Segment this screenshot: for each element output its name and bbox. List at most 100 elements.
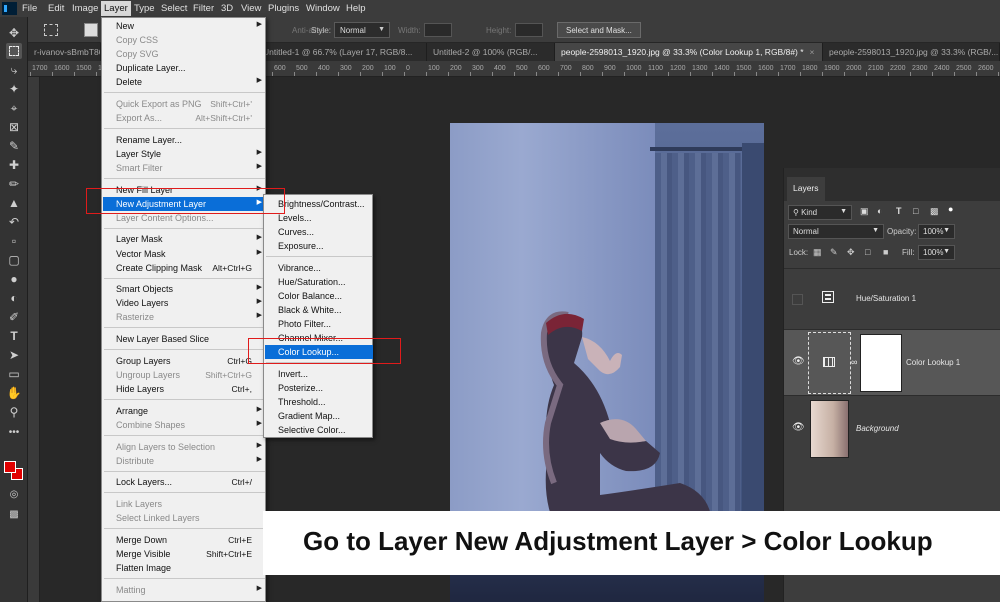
menu-item-threshold[interactable]: Threshold... xyxy=(265,395,373,409)
menu-item-group-layers[interactable]: Group Layers Ctrl+G xyxy=(103,354,266,368)
layer-row[interactable]: Hue/Saturation 1 xyxy=(784,268,1000,329)
menu-item-hue-saturation[interactable]: Hue/Saturation... xyxy=(265,275,373,289)
brush-tool-icon[interactable]: ✏ xyxy=(6,176,22,192)
menu-item-video-layers[interactable]: Video Layers ▶ xyxy=(103,296,266,310)
menu-item-gradient-map[interactable]: Gradient Map... xyxy=(265,409,373,423)
filter-adjustment-icon[interactable]: ◐ xyxy=(877,206,882,216)
pen-tool-icon[interactable]: ✐ xyxy=(6,309,22,325)
menu-item-rasterize[interactable]: Rasterize ▶ xyxy=(103,310,266,324)
menu-item-color-balance[interactable]: Color Balance... xyxy=(265,289,373,303)
move-tool-icon[interactable]: ✥ xyxy=(6,25,22,41)
menu-item-new-layer-based-slice[interactable]: New Layer Based Slice xyxy=(103,332,266,346)
menu-item-merge-down[interactable]: Merge Down Ctrl+E xyxy=(103,533,266,547)
eyedropper-tool-icon[interactable]: ✎ xyxy=(6,138,22,154)
new-selection-icon[interactable] xyxy=(84,23,98,37)
menu-item-link-layers[interactable]: Link Layers xyxy=(103,497,266,511)
menu-item-hide-layers[interactable]: Hide Layers Ctrl+, xyxy=(103,382,266,396)
filter-type-icon[interactable]: T xyxy=(896,206,902,216)
blend-mode-select[interactable]: Normal ▼ xyxy=(788,224,884,239)
hand-tool-icon[interactable]: ✋ xyxy=(6,385,22,401)
menu-layer[interactable]: Layer xyxy=(101,1,131,16)
menu-filter[interactable]: Filter xyxy=(193,3,214,14)
gradient-tool-icon[interactable]: ▢ xyxy=(6,252,22,268)
menu-item-ungroup-layers[interactable]: Ungroup Layers Shift+Ctrl+G xyxy=(103,368,266,382)
menu-item-matting[interactable]: Matting ▶ xyxy=(103,583,266,597)
menu-item-select-linked-layers[interactable]: Select Linked Layers xyxy=(103,511,266,525)
menu-item-photo-filter[interactable]: Photo Filter... xyxy=(265,317,373,331)
frame-tool-icon[interactable]: ⊠ xyxy=(6,119,22,135)
menu-item-create-clipping-mask[interactable]: Create Clipping Mask Alt+Ctrl+G xyxy=(103,261,266,275)
filter-smart-object-icon[interactable]: ▩ xyxy=(930,206,939,217)
menu-item-export-as[interactable]: Export As... Alt+Shift+Ctrl+' xyxy=(103,111,266,125)
healing-brush-tool-icon[interactable]: ✚ xyxy=(6,157,22,173)
more-tools-icon[interactable]: ••• xyxy=(6,425,22,441)
lock-pixels-icon[interactable]: ✎ xyxy=(830,247,838,258)
menu-item-smart-objects[interactable]: Smart Objects ▶ xyxy=(103,282,266,296)
menu-select[interactable]: Select xyxy=(161,3,187,14)
menu-view[interactable]: View xyxy=(241,3,261,14)
menu-plugins[interactable]: Plugins xyxy=(268,3,299,14)
lock-position-icon[interactable]: ✥ xyxy=(847,247,855,258)
menu-item-copy-css[interactable]: Copy CSS xyxy=(103,33,266,47)
menu-item-rename-layer[interactable]: Rename Layer... xyxy=(103,133,266,147)
menu-item-layer-style[interactable]: Layer Style ▶ xyxy=(103,147,266,161)
tab-doc-1[interactable]: r-ivanov-sBmbT86... xyxy=(28,43,101,61)
filter-shape-icon[interactable]: □ xyxy=(913,206,918,216)
menu-item-delete[interactable]: Delete ▶ xyxy=(103,75,266,89)
menu-item-layer-mask[interactable]: Layer Mask ▶ xyxy=(103,232,266,246)
close-icon[interactable]: × xyxy=(810,47,815,57)
blur-tool-icon[interactable]: ● xyxy=(6,271,22,287)
lock-artboard-icon[interactable]: □ xyxy=(865,247,870,257)
fill-field[interactable]: 100% ▼ xyxy=(918,245,955,260)
select-and-mask-button[interactable]: Select and Mask... xyxy=(557,22,641,38)
tab-doc-active[interactable]: people-2598013_1920.jpg @ 33.3% (Color L… xyxy=(555,43,823,61)
filter-toggle-icon[interactable]: ● xyxy=(948,204,953,214)
menu-window[interactable]: Window xyxy=(306,3,340,14)
rectangle-tool-icon[interactable]: ▭ xyxy=(6,366,22,382)
history-brush-tool-icon[interactable]: ↶ xyxy=(6,214,22,230)
style-select[interactable]: Normal ▼ xyxy=(334,22,390,38)
tab-layers[interactable]: Layers xyxy=(787,177,825,201)
foreground-color-swatch[interactable] xyxy=(4,461,16,473)
opacity-field[interactable]: 100% ▼ xyxy=(918,224,955,239)
menu-item-arrange[interactable]: Arrange ▶ xyxy=(103,404,266,418)
tab-doc-3[interactable]: Untitled-2 @ 100% (RGB/... xyxy=(427,43,555,61)
marquee-preset-icon[interactable] xyxy=(44,24,58,36)
lock-transparent-icon[interactable]: ▦ xyxy=(813,247,822,258)
menu-item-smart-filter[interactable]: Smart Filter ▶ xyxy=(103,161,266,175)
menu-item-exposure[interactable]: Exposure... xyxy=(265,239,373,253)
filter-kind-select[interactable]: ⚲ Kind ▼ xyxy=(788,205,852,220)
menu-help[interactable]: Help xyxy=(346,3,366,14)
screen-mode-icon[interactable]: ▩ xyxy=(6,507,22,523)
menu-item-curves[interactable]: Curves... xyxy=(265,225,373,239)
eraser-tool-icon[interactable]: ▫ xyxy=(6,233,22,249)
menu-item-align-layers-to-selection[interactable]: Align Layers to Selection ▶ xyxy=(103,440,266,454)
width-field[interactable] xyxy=(424,23,452,37)
type-tool-icon[interactable]: T xyxy=(6,328,22,344)
height-field[interactable] xyxy=(515,23,543,37)
menu-item-lock-layers[interactable]: Lock Layers... Ctrl+/ xyxy=(103,475,266,489)
menu-item-quick-export-as-png[interactable]: Quick Export as PNG Shift+Ctrl+' xyxy=(103,97,266,111)
dodge-tool-icon[interactable]: ◐ xyxy=(6,290,22,306)
lasso-tool-icon[interactable]: ⤷ xyxy=(6,62,22,78)
layer-row[interactable]: 👁 Background xyxy=(784,395,1000,461)
crop-tool-icon[interactable]: ⌖ xyxy=(6,100,22,116)
eye-icon[interactable]: 👁 xyxy=(792,422,805,433)
menu-edit[interactable]: Edit xyxy=(48,3,64,14)
menu-3d[interactable]: 3D xyxy=(221,3,233,14)
layer-mask-thumbnail[interactable] xyxy=(860,334,902,392)
marquee-tool-icon[interactable] xyxy=(6,43,22,59)
menu-item-black-white[interactable]: Black & White... xyxy=(265,303,373,317)
menu-image[interactable]: Image xyxy=(72,3,98,14)
menu-item-copy-svg[interactable]: Copy SVG xyxy=(103,47,266,61)
zoom-tool-icon[interactable]: ⚲ xyxy=(6,404,22,420)
menu-item-vibrance[interactable]: Vibrance... xyxy=(265,261,373,275)
lock-all-icon[interactable]: ■ xyxy=(883,247,888,257)
filter-pixel-icon[interactable]: ▣ xyxy=(860,206,869,217)
menu-item-distribute[interactable]: Distribute ▶ xyxy=(103,454,266,468)
menu-item-vector-mask[interactable]: Vector Mask ▶ xyxy=(103,247,266,261)
menu-type[interactable]: Type xyxy=(134,3,155,14)
layer-row-selected[interactable]: 👁 ∞ Color Lookup 1 xyxy=(784,329,1000,395)
quick-mask-icon[interactable]: ◎ xyxy=(6,487,22,503)
menu-item-flatten-image[interactable]: Flatten Image xyxy=(103,561,266,575)
